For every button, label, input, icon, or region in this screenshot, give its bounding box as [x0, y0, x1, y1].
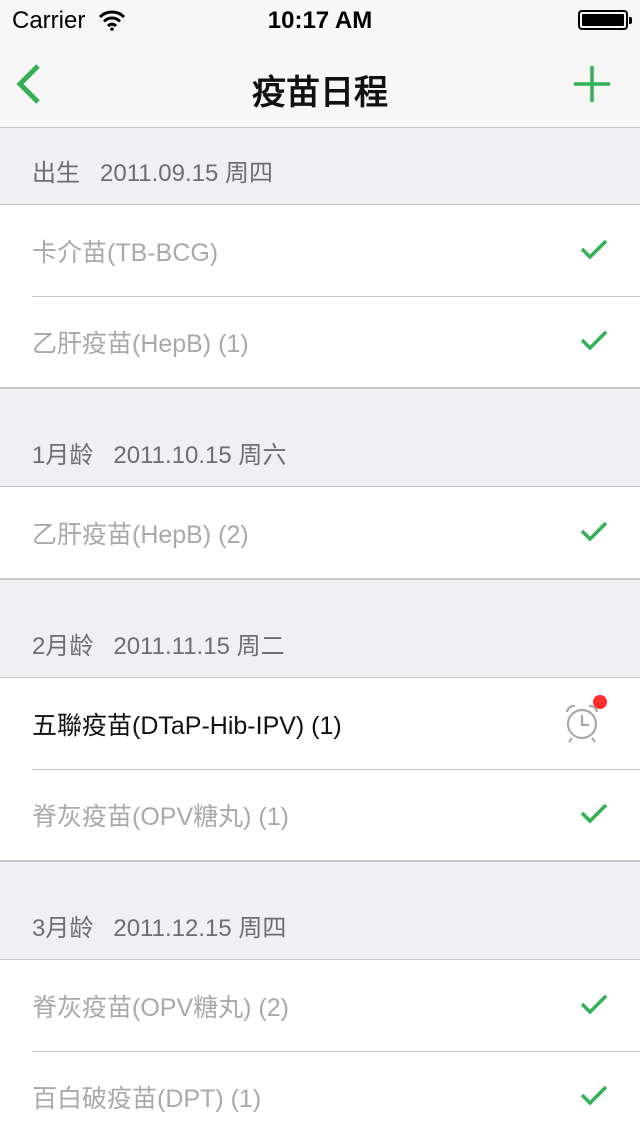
vaccine-row[interactable]: 五聯疫苗(DTaP-Hib-IPV) (1) [0, 678, 640, 769]
vaccine-name: 脊灰疫苗(OPV糖丸) (1) [32, 803, 289, 831]
section-date: 2011.11.15 [113, 633, 230, 660]
checkmark-icon [580, 238, 608, 260]
vaccine-schedule-list: 出生 2011.09.15 周四 卡介苗(TB-BCG) 乙肝疫苗(HepB) (1)… [0, 128, 640, 1136]
battery-icon [578, 10, 632, 30]
plus-icon[interactable] [572, 64, 612, 104]
navigation-bar: 疫苗日程 [0, 40, 640, 128]
vaccine-name: 百白破疫苗(DPT) (1) [32, 1085, 262, 1113]
vaccine-group: 乙肝疫苗(HepB) (2) [0, 486, 640, 579]
section-weekday: 周六 [238, 442, 287, 469]
checkmark-icon [580, 329, 608, 351]
alarm-clock-icon[interactable] [564, 694, 608, 746]
vaccine-row[interactable]: 百白破疫苗(DPT) (1) [0, 1051, 640, 1136]
section-age-label: 2月龄 [32, 633, 94, 660]
page-title: 疫苗日程 [252, 74, 388, 112]
section-header: 出生 2011.09.15 周四 [0, 128, 640, 204]
section-date: 2011.09.15 [100, 160, 219, 187]
section-header: 1月龄 2011.10.15 周六 [0, 388, 640, 486]
section-age-label: 出生 [32, 160, 80, 187]
section-date: 2011.10.15 [113, 442, 232, 469]
checkmark-icon [580, 993, 608, 1015]
vaccine-row[interactable]: 乙肝疫苗(HepB) (2) [0, 487, 640, 578]
section-date: 2011.12.15 [113, 915, 232, 942]
checkmark-icon [580, 1084, 608, 1106]
vaccine-row[interactable]: 卡介苗(TB-BCG) [0, 205, 640, 296]
vaccine-group: 脊灰疫苗(OPV糖丸) (2) 百白破疫苗(DPT) (1) [0, 959, 640, 1136]
section-age-label: 1月龄 [32, 442, 94, 469]
vaccine-group: 卡介苗(TB-BCG) 乙肝疫苗(HepB) (1) [0, 204, 640, 388]
section-weekday: 周四 [225, 160, 274, 187]
status-time: 10:17 AM [267, 7, 373, 34]
section-header: 2月龄 2011.11.15 周二 [0, 579, 640, 677]
section-weekday: 周二 [236, 633, 285, 660]
checkmark-icon [580, 520, 608, 542]
checkmark-icon [580, 802, 608, 824]
vaccine-name: 脊灰疫苗(OPV糖丸) (2) [32, 994, 289, 1022]
vaccine-name: 乙肝疫苗(HepB) (1) [32, 330, 249, 358]
vaccine-name: 乙肝疫苗(HepB) (2) [32, 521, 249, 549]
vaccine-name: 卡介苗(TB-BCG) [32, 239, 219, 267]
section-age-label: 3月龄 [32, 915, 94, 942]
section-weekday: 周四 [238, 915, 287, 942]
vaccine-group: 五聯疫苗(DTaP-Hib-IPV) (1) 脊灰疫苗(OPV糖丸) (1) [0, 677, 640, 861]
vaccine-name: 五聯疫苗(DTaP-Hib-IPV) (1) [32, 712, 342, 740]
vaccine-row[interactable]: 脊灰疫苗(OPV糖丸) (2) [0, 960, 640, 1051]
status-bar: Carrier 10:17 AM [0, 0, 640, 40]
section-header: 3月龄 2011.12.15 周四 [0, 861, 640, 959]
vaccine-row[interactable]: 脊灰疫苗(OPV糖丸) (1) [0, 769, 640, 860]
vaccine-row[interactable]: 乙肝疫苗(HepB) (1) [0, 296, 640, 387]
